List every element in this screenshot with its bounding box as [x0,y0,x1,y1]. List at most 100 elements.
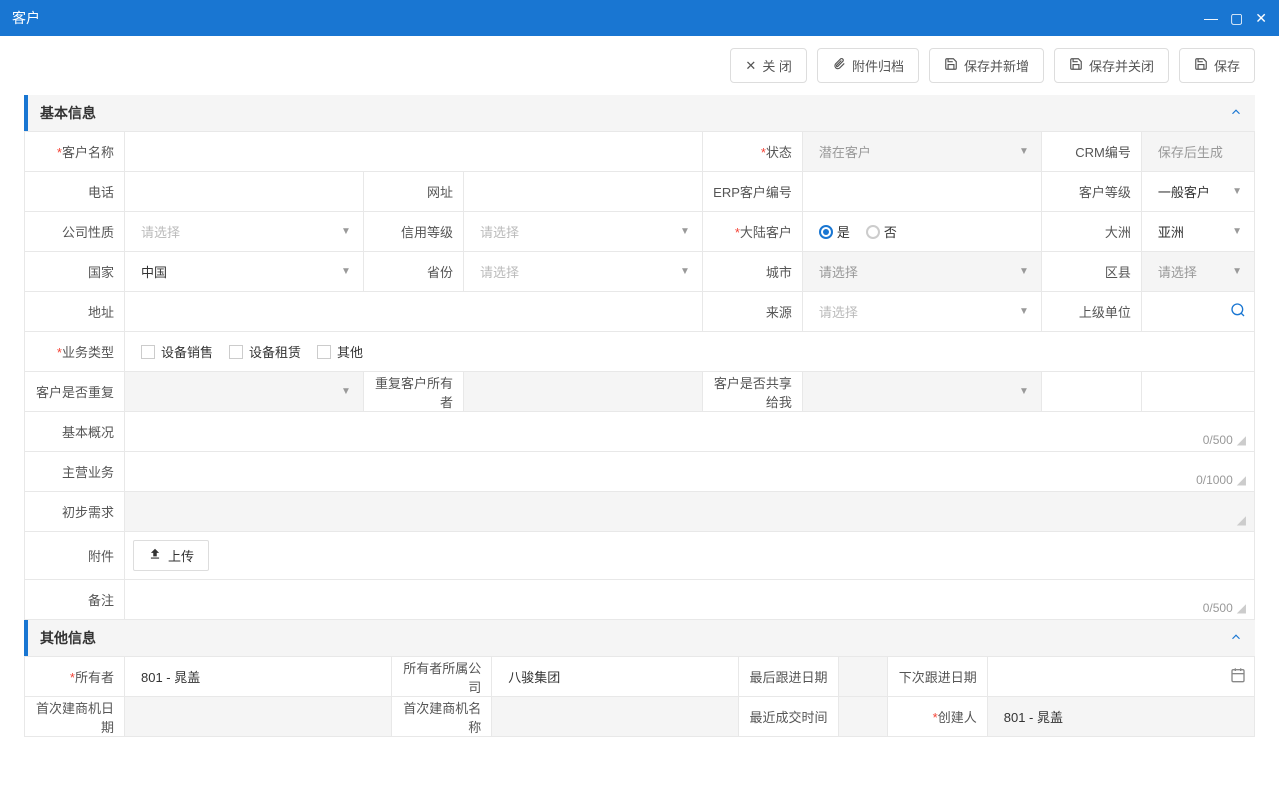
field-mainland: 是 否 [802,212,1041,252]
company-type-placeholder: 请选择 [133,216,341,247]
upload-button[interactable]: 上传 [133,540,209,571]
erp-no-input[interactable] [811,178,1033,205]
chevron-down-icon: ▼ [1019,146,1029,157]
chevron-up-icon[interactable] [1229,105,1243,122]
label-parent-unit: 上级单位 [1041,292,1141,332]
other-info-form: *所有者 801 - 晁盖 所有者所属公司 八骏集团 最后跟进日期 下次跟进日期… [24,656,1255,737]
label-mainland: *大陆客户 [702,212,802,252]
field-customer-name[interactable] [125,132,703,172]
customer-name-input[interactable] [133,138,694,165]
field-owner-company[interactable]: 八骏集团 [492,657,738,697]
close-window-icon[interactable]: ✕ [1255,10,1267,27]
label-country: 国家 [25,252,125,292]
field-website[interactable] [463,172,702,212]
close-label: 关 闭 [762,56,792,75]
field-credit-level[interactable]: 请选择▼ [463,212,702,252]
checkbox-other[interactable]: 其他 [317,342,363,361]
city-placeholder: 请选择 [811,256,1019,287]
field-shared[interactable]: ▼ [802,372,1041,412]
close-button[interactable]: ✕ 关 闭 [730,48,807,83]
checkbox-sales[interactable]: 设备销售 [141,342,213,361]
field-province[interactable]: 请选择▼ [463,252,702,292]
close-icon: ✕ [745,58,756,74]
label-first-opp-date: 首次建商机日期 [25,697,125,737]
label-address: 地址 [25,292,125,332]
chevron-up-icon[interactable] [1229,630,1243,647]
field-owner[interactable]: 801 - 晁盖 [125,657,392,697]
field-address[interactable] [125,292,703,332]
field-company-type[interactable]: 请选择▼ [125,212,364,252]
address-input[interactable] [133,298,694,325]
creator-value: 801 - 晁盖 [996,704,1071,731]
crm-no-value: 保存后生成 [1150,139,1231,166]
label-source: 来源 [702,292,802,332]
label-customer-name: *客户名称 [25,132,125,172]
chevron-down-icon: ▼ [341,226,351,237]
district-placeholder: 请选择 [1150,256,1232,287]
section-other-info[interactable]: 其他信息 [24,620,1255,656]
field-city[interactable]: 请选择▼ [802,252,1041,292]
resize-handle-icon[interactable]: ◢ [1237,513,1246,527]
chevron-down-icon: ▼ [680,226,690,237]
radio-mainland-no[interactable]: 否 [866,222,897,241]
maximize-icon[interactable]: ▢ [1230,10,1243,27]
save-button[interactable]: 保存 [1179,48,1255,83]
field-crm-no: 保存后生成 [1141,132,1254,172]
section-basic-info[interactable]: 基本信息 [24,95,1255,131]
label-province: 省份 [363,252,463,292]
save-close-button[interactable]: 保存并关闭 [1054,48,1169,83]
parent-unit-value [1150,306,1230,318]
field-duplicate[interactable]: ▼ [125,372,364,412]
field-main-business[interactable]: 0/1000◢ [125,452,1255,492]
field-district[interactable]: 请选择▼ [1141,252,1254,292]
field-erp-no[interactable] [802,172,1041,212]
label-empty [1041,372,1141,412]
field-source[interactable]: 请选择▼ [802,292,1041,332]
title-bar: 客户 — ▢ ✕ [0,0,1279,36]
search-icon[interactable] [1230,302,1246,321]
save-new-button[interactable]: 保存并新增 [929,48,1044,83]
field-overview[interactable]: 0/500◢ [125,412,1255,452]
resize-handle-icon[interactable]: ◢ [1237,601,1246,615]
field-creator: 801 - 晁盖 [987,697,1254,737]
label-district: 区县 [1041,252,1141,292]
field-next-follow[interactable] [987,657,1254,697]
label-business-type: *业务类型 [25,332,125,372]
field-level[interactable]: 一般客户▼ [1141,172,1254,212]
field-parent-unit[interactable] [1141,292,1254,332]
label-overview: 基本概况 [25,412,125,452]
label-company-type: 公司性质 [25,212,125,252]
website-input[interactable] [472,178,694,205]
continent-value: 亚洲 [1150,216,1232,247]
label-attachment: 附件 [25,532,125,580]
chevron-down-icon: ▼ [341,266,351,277]
upload-icon [148,547,162,564]
calendar-icon[interactable] [1230,667,1246,686]
field-remark[interactable]: 0/500 ◢ [125,580,1255,620]
resize-handle-icon[interactable]: ◢ [1237,433,1246,447]
checkbox-unchecked-icon [317,345,331,359]
save-icon [1069,57,1083,74]
duplicate-value [133,386,341,398]
chevron-down-icon: ▼ [1232,226,1242,237]
chevron-down-icon: ▼ [1019,306,1029,317]
archive-button[interactable]: 附件归档 [817,48,919,83]
label-main-business: 主营业务 [25,452,125,492]
field-last-deal [838,697,887,737]
label-credit-level: 信用等级 [363,212,463,252]
field-phone[interactable] [125,172,364,212]
field-continent[interactable]: 亚洲▼ [1141,212,1254,252]
owner-value: 801 - 晁盖 [133,664,208,691]
upload-label: 上传 [168,546,194,565]
checkbox-rental[interactable]: 设备租赁 [229,342,301,361]
label-continent: 大洲 [1041,212,1141,252]
resize-handle-icon[interactable]: ◢ [1237,473,1246,487]
minimize-icon[interactable]: — [1204,10,1218,27]
remark-counter: 0/500 [1203,601,1233,615]
checkbox-unchecked-icon [229,345,243,359]
paperclip-icon [832,57,846,74]
field-country[interactable]: 中国▼ [125,252,364,292]
field-status[interactable]: 潜在客户▼ [802,132,1041,172]
phone-input[interactable] [133,178,355,205]
radio-mainland-yes[interactable]: 是 [819,222,850,241]
